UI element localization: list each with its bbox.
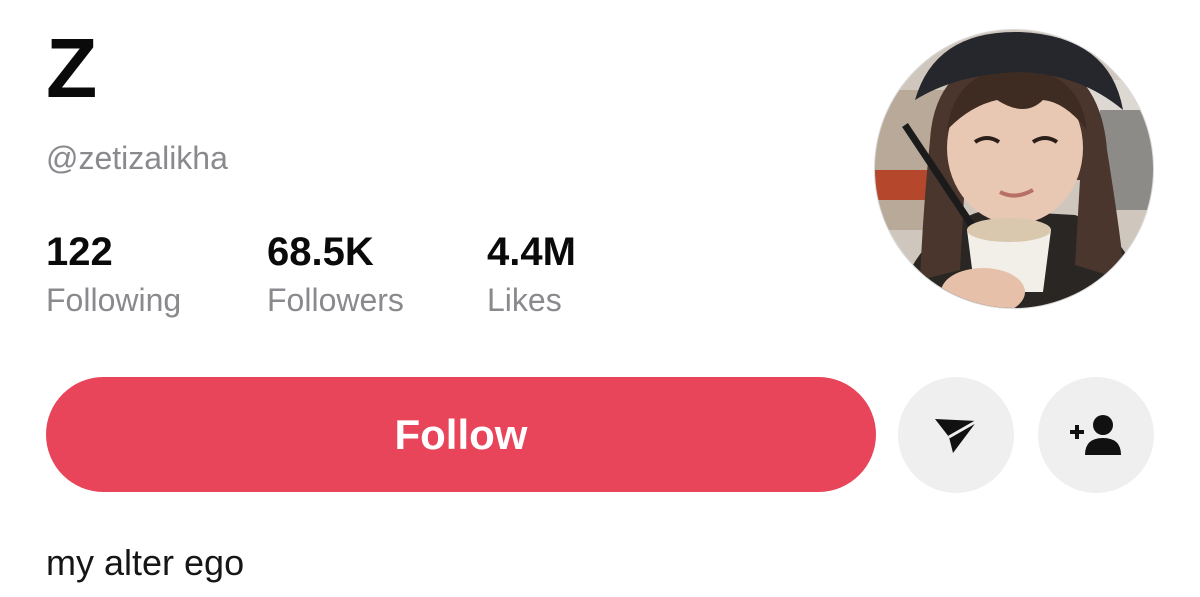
send-icon	[935, 419, 978, 453]
username: @zetizalikha	[46, 140, 228, 176]
likes-count: 4.4M	[487, 230, 576, 274]
bio: my alter ego	[46, 542, 245, 583]
display-name: Z	[46, 21, 99, 115]
following-count: 122	[46, 230, 113, 274]
avatar-photo	[875, 30, 1153, 308]
message-button[interactable]	[898, 377, 1014, 493]
following-label: Following	[46, 282, 182, 318]
likes-label: Likes	[487, 282, 562, 318]
stat-following[interactable]: 122 Following	[46, 232, 267, 316]
stat-followers[interactable]: 68.5K Followers	[267, 232, 487, 316]
profile-stats: 122 Following 68.5K Followers 4.4M Likes	[46, 232, 576, 316]
followers-count: 68.5K	[267, 230, 374, 274]
avatar[interactable]	[874, 29, 1154, 309]
stat-likes[interactable]: 4.4M Likes	[487, 232, 576, 316]
follow-button[interactable]: Follow	[46, 377, 876, 492]
add-friend-button[interactable]	[1038, 377, 1154, 493]
followers-label: Followers	[267, 282, 404, 318]
profile-header: Z @zetizalikha 122 Following 68.5K Follo…	[0, 0, 1200, 597]
add-user-icon	[1070, 415, 1121, 455]
